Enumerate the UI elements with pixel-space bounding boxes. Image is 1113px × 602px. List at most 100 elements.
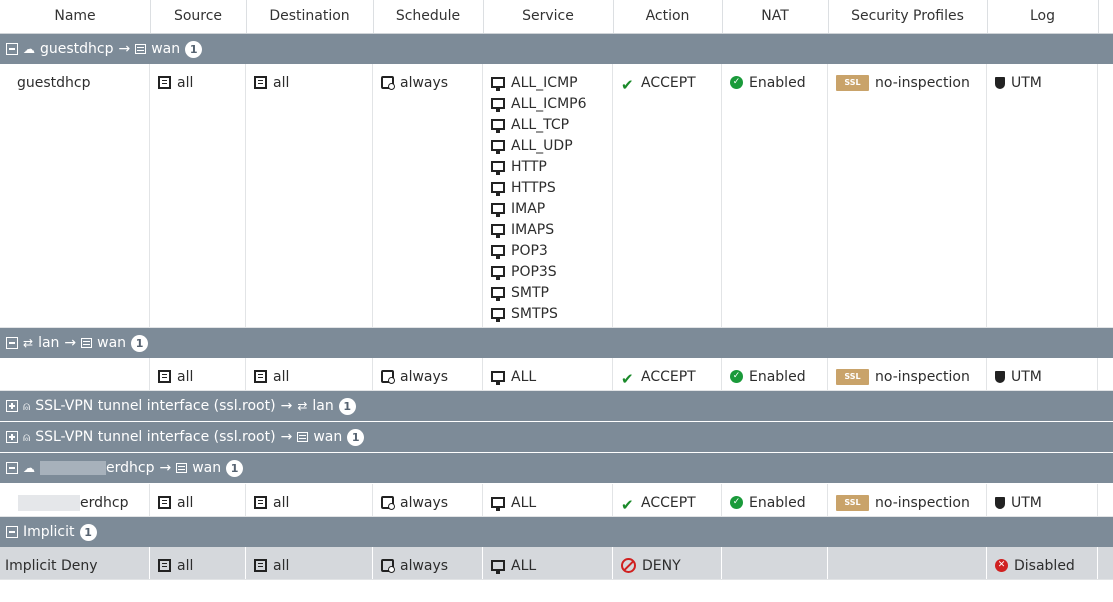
- service-item: POP3: [511, 242, 548, 259]
- deny-icon: [621, 558, 636, 573]
- ssl-badge: SSL: [836, 368, 869, 385]
- group-lan-wan[interactable]: ⇄ lan → wan 1: [0, 328, 1113, 358]
- service-item: IMAPS: [511, 221, 555, 238]
- vpn-tunnel-icon: ⍝: [23, 398, 31, 413]
- address-icon: [158, 76, 171, 89]
- schedule-icon: [381, 559, 395, 573]
- shuffle-icon: ⇄: [297, 399, 308, 413]
- service-item: IMAP: [511, 200, 546, 217]
- nat-value: Enabled: [749, 494, 806, 511]
- log-value: UTM: [1011, 74, 1042, 91]
- table-row[interactable]: all all always ALL ✔ ACCEPT ✓ Enabled SSL n…: [0, 358, 1113, 391]
- service-item: HTTPS: [511, 179, 556, 196]
- redacted-text: [18, 494, 80, 511]
- count-badge: 1: [338, 397, 356, 415]
- table-row[interactable]: guestdhcp all all always ALL_ICMP ALL_IC…: [0, 64, 1113, 328]
- address-icon: [254, 496, 267, 509]
- col-action[interactable]: Action: [613, 0, 723, 33]
- group-implicit[interactable]: Implicit 1: [0, 517, 1113, 547]
- shield-icon: [995, 76, 1005, 89]
- count-badge: 1: [131, 334, 149, 352]
- service-icon: [491, 119, 505, 133]
- service-item: HTTP: [511, 158, 547, 175]
- source-value: all: [177, 74, 194, 91]
- service-item: ALL: [511, 557, 537, 574]
- table-row[interactable]: erdhcp all all always ALL ✔ ACCEPT ✓ Enabl…: [0, 484, 1113, 517]
- source-value: all: [177, 557, 194, 574]
- profile-value: no-inspection: [875, 74, 970, 91]
- count-badge: 1: [185, 40, 203, 58]
- group-from: lan: [38, 335, 60, 351]
- policy-name: erdhcp: [80, 494, 129, 511]
- log-value: UTM: [1011, 494, 1042, 511]
- arrow-icon: →: [280, 429, 293, 445]
- service-item: ALL_UDP: [511, 137, 573, 154]
- table-row[interactable]: Implicit Deny all all always ALL DENY ✕ D…: [0, 547, 1113, 580]
- col-nat[interactable]: NAT: [722, 0, 829, 33]
- action-value: ACCEPT: [641, 368, 696, 385]
- col-destination[interactable]: Destination: [246, 0, 374, 33]
- group-from: erdhcp: [106, 460, 155, 476]
- address-icon: [254, 559, 267, 572]
- interface-icon: [176, 463, 188, 473]
- service-icon: [491, 224, 505, 238]
- action-value: ACCEPT: [641, 74, 696, 91]
- address-icon: [254, 76, 267, 89]
- interface-icon: [297, 432, 309, 442]
- table-header: Name Source Destination Schedule Service…: [0, 0, 1113, 34]
- collapse-icon[interactable]: [6, 462, 18, 474]
- schedule-value: always: [400, 494, 449, 511]
- service-item: ALL_TCP: [511, 116, 570, 133]
- group-from: SSL-VPN tunnel interface (ssl.root): [35, 429, 276, 445]
- col-log[interactable]: Log: [987, 0, 1099, 33]
- collapse-icon[interactable]: [6, 337, 18, 349]
- col-schedule[interactable]: Schedule: [373, 0, 484, 33]
- checkmark-icon: ✔: [621, 76, 634, 94]
- shuffle-icon: ⇄: [23, 336, 34, 350]
- shield-icon: [995, 370, 1005, 383]
- schedule-value: always: [400, 74, 449, 91]
- service-icon: [491, 308, 505, 322]
- collapse-icon[interactable]: [6, 43, 18, 55]
- group-to: wan: [192, 460, 222, 476]
- service-list: ALL_ICMP ALL_ICMP6 ALL_TCP ALL_UDP HTTP …: [483, 64, 613, 327]
- arrow-icon: →: [118, 41, 131, 57]
- service-icon: [491, 203, 505, 217]
- count-badge: 1: [347, 428, 365, 446]
- count-badge: 1: [79, 523, 97, 541]
- col-security-profiles[interactable]: Security Profiles: [828, 0, 988, 33]
- destination-value: all: [273, 557, 290, 574]
- group-guestdhcp-wan[interactable]: ☁ guestdhcp → wan 1: [0, 34, 1113, 64]
- address-icon: [158, 496, 171, 509]
- group-to: wan: [151, 41, 181, 57]
- col-name[interactable]: Name: [0, 0, 151, 33]
- interface-icon: [135, 44, 147, 54]
- service-item: ALL: [511, 368, 537, 385]
- action-value: DENY: [642, 557, 681, 574]
- nat-value: Enabled: [749, 74, 806, 91]
- collapse-icon[interactable]: [6, 526, 18, 538]
- service-icon: [491, 98, 505, 112]
- checkmark-icon: ✔: [621, 496, 634, 514]
- group-sslvpn-lan[interactable]: ⍝ SSL-VPN tunnel interface (ssl.root) → …: [0, 391, 1113, 421]
- service-icon: [491, 245, 505, 259]
- vpn-tunnel-icon: ⍝: [23, 429, 31, 444]
- profile-value: no-inspection: [875, 494, 970, 511]
- col-service[interactable]: Service: [483, 0, 614, 33]
- arrow-icon: →: [64, 335, 77, 351]
- group-erdhcp-wan[interactable]: ☁ erdhcp → wan 1: [0, 453, 1113, 483]
- expand-icon[interactable]: [6, 400, 18, 412]
- error-icon: ✕: [995, 559, 1008, 572]
- policy-name: Implicit Deny: [5, 557, 98, 574]
- service-icon: [491, 560, 505, 574]
- service-item: POP3S: [511, 263, 557, 280]
- redacted-text: [40, 461, 106, 475]
- check-circle-icon: ✓: [730, 496, 743, 509]
- service-item: SMTPS: [511, 305, 558, 322]
- group-from: SSL-VPN tunnel interface (ssl.root): [35, 398, 276, 414]
- service-item: ALL: [511, 494, 537, 511]
- group-sslvpn-wan[interactable]: ⍝ SSL-VPN tunnel interface (ssl.root) → …: [0, 422, 1113, 452]
- service-icon: [491, 497, 505, 511]
- col-source[interactable]: Source: [150, 0, 247, 33]
- expand-icon[interactable]: [6, 431, 18, 443]
